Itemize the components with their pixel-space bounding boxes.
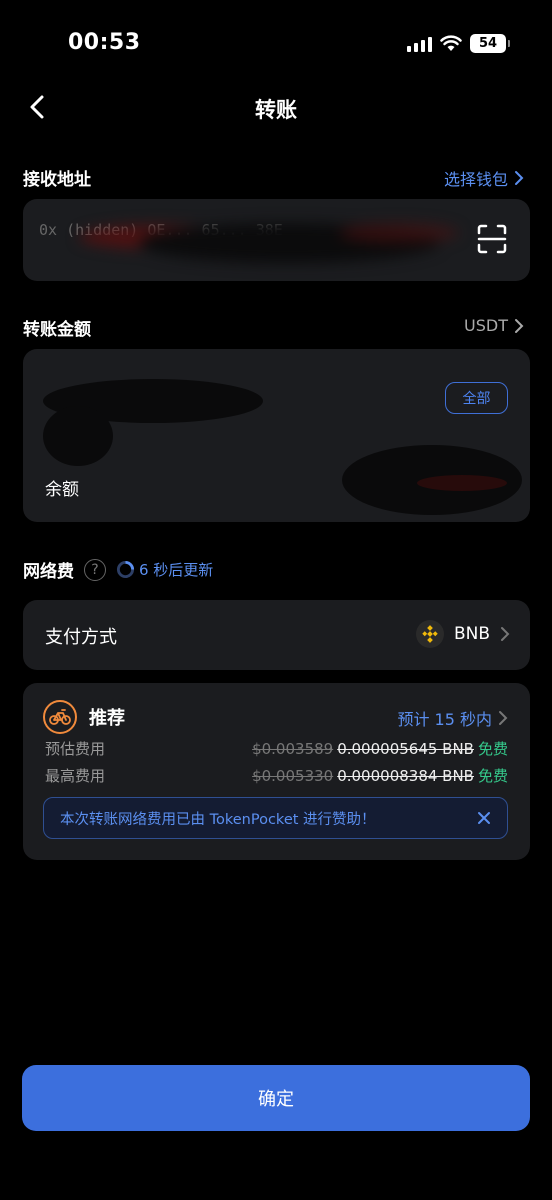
maximum-fee-free: 免费 [477, 767, 508, 785]
amount-input-card[interactable]: 全部 余额 [23, 349, 530, 522]
address-redaction [39, 215, 469, 265]
estimated-fee-row: 预估费用 $0.003589 0.000005645 BNB 免费 [45, 738, 508, 759]
max-amount-button[interactable]: 全部 [445, 382, 508, 414]
chevron-right-icon [515, 318, 524, 333]
status-bar: 00:53 54 [0, 0, 552, 90]
payment-method-value: BNB [453, 624, 490, 644]
chevron-right-icon [501, 627, 510, 641]
payment-method-label: 支付方式 [45, 627, 117, 648]
sponsor-text: 本次转账网络费用已由 TokenPocket 进行赞助！ [60, 811, 376, 828]
estimated-fee-free: 免费 [477, 740, 508, 758]
bicycle-icon [43, 700, 77, 734]
estimated-fee-usd: $0.003589 [252, 739, 334, 758]
token-label: USDT [464, 316, 508, 335]
select-wallet-label: 选择钱包 [443, 170, 508, 189]
refresh-countdown: 6 秒后更新 [116, 559, 213, 580]
battery-icon: 54 [470, 34, 510, 53]
speed-title: 推荐 [89, 708, 125, 729]
network-fee-label: 网络费 [23, 562, 74, 582]
speed-eta[interactable]: 预计 15 秒内 [397, 706, 508, 730]
receive-address-label: 接收地址 [23, 170, 91, 190]
balance-redaction [342, 435, 522, 515]
maximum-fee-row: 最高费用 $0.005330 0.000008384 BNB 免费 [45, 765, 508, 786]
confirm-button[interactable]: 确定 [22, 1065, 530, 1131]
address-input-card[interactable]: 0x (hidden) OE... 65... 38E [23, 199, 530, 281]
sponsor-banner: 本次转账网络费用已由 TokenPocket 进行赞助！ [43, 797, 508, 839]
maximum-fee-usd: $0.005330 [252, 766, 334, 785]
select-wallet-link[interactable]: 选择钱包 [444, 166, 524, 190]
status-icons: 54 [407, 34, 510, 53]
payment-method-card[interactable]: 支付方式 BNB [23, 600, 530, 670]
estimated-fee-label: 预估费用 [45, 740, 106, 758]
cellular-signal-icon [407, 36, 432, 52]
loading-ring-icon [116, 560, 135, 579]
speed-eta-text: 预计 15 秒内 [397, 710, 492, 729]
token-select-link[interactable]: USDT [464, 316, 524, 335]
amount-label: 转账金额 [23, 320, 91, 340]
fee-speed-card[interactable]: 推荐 预计 15 秒内 预估费用 $0.003589 0.000005645 B… [23, 683, 530, 860]
maximum-fee-bnb: 0.000008384 BNB [337, 766, 474, 785]
estimated-fee-bnb: 0.000005645 BNB [337, 739, 474, 758]
wifi-icon [440, 35, 462, 51]
chevron-right-icon [515, 171, 524, 185]
header: 转账 [0, 84, 552, 130]
scan-qr-icon[interactable] [476, 223, 508, 255]
refresh-text: 6 秒后更新 [139, 561, 214, 579]
chevron-right-icon [499, 711, 508, 725]
network-fee-row: 网络费 ? 6 秒后更新 [23, 557, 213, 582]
amount-redaction [33, 371, 273, 471]
balance-label: 余额 [45, 480, 79, 500]
close-icon[interactable] [475, 809, 493, 827]
help-icon[interactable]: ? [84, 558, 106, 581]
payment-method-select[interactable]: BNB [415, 620, 510, 648]
status-time: 00:53 [68, 30, 141, 55]
maximum-fee-label: 最高费用 [45, 767, 106, 785]
page-title: 转账 [255, 98, 297, 122]
bnb-icon [415, 620, 444, 648]
